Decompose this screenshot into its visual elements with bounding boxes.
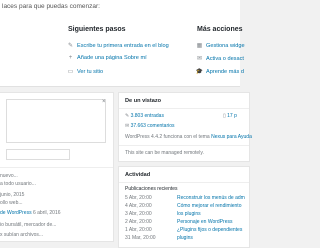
remote-management-note: This site can be managed remotely. [125, 150, 204, 156]
close-icon[interactable]: × [102, 99, 106, 105]
comments-icon: ✉ [196, 56, 203, 62]
news-item-excerpt: x subían archivos... [0, 232, 44, 238]
welcome-panel: laces para que puedas comenzar: Siguient… [0, 0, 245, 87]
post-title-link[interactable]: ¿Plugins fijos o dependientes [177, 227, 242, 233]
more-actions-heading: Más acciones [197, 26, 243, 33]
theme-link[interactable]: Nexus para Ayuda [211, 134, 252, 140]
page-icon: ▯ [223, 113, 226, 119]
pushpin-icon: ✎ [125, 113, 130, 119]
draft-textarea[interactable] [6, 99, 106, 143]
news-item-date: 6 abril, 2016 [32, 210, 61, 216]
add-about-page-link[interactable]: + Añade una página Sobre mí [66, 55, 147, 61]
comments-count-label: 37.663 comentarios [130, 123, 175, 129]
toggle-comments-label: Activa o desact [206, 55, 244, 62]
entries-count-label: 3.803 entradas [130, 113, 164, 119]
divider [119, 108, 249, 109]
learn-more-link[interactable]: 🎓 Aprende más d [195, 68, 244, 76]
news-item-excerpt: io bursátil, mercador de... [0, 222, 57, 228]
post-title-link[interactable]: Reconstruir los menús de adm [177, 195, 245, 201]
divider [0, 167, 113, 168]
news-item-date: junio, 2015 [0, 192, 25, 198]
view-site-label: Ver tu sitio [77, 68, 104, 75]
left-widget-panel: × nuevo... a todo usuario... junio, 2015… [0, 92, 114, 242]
view-site-link[interactable]: ▭ Ver tu sitio [66, 68, 104, 76]
write-first-post-link[interactable]: ✎ Escribe tu primera entrada en el blog [66, 42, 169, 50]
monitor-icon: ▭ [67, 69, 74, 75]
pages-count-label: 17 p [227, 113, 237, 119]
post-title-link[interactable]: Personaje en WordPress [177, 219, 233, 225]
post-title-link[interactable]: Cómo mejorar el rendimiento [177, 203, 241, 209]
post-date: 2 Abr, 20:00 [125, 219, 152, 225]
divider [119, 145, 249, 146]
toggle-comments-link[interactable]: ✉ Activa o desact [195, 55, 244, 63]
graduation-cap-icon: 🎓 [195, 69, 204, 75]
news-item: de WordPress 6 abril, 2016 [0, 210, 61, 216]
activity-widget: Actividad Publicaciones recientes 5 Abr,… [118, 166, 250, 248]
manage-widgets-link[interactable]: ▦ Gestiona widge [195, 42, 245, 50]
pencil-icon: ✎ [67, 43, 74, 49]
post-date: 3 Abr, 20:00 [125, 211, 152, 217]
learn-more-label: Aprende más d [206, 68, 244, 75]
post-title-link[interactable]: plugins [177, 235, 193, 241]
pages-count-link[interactable]: ▯ 17 p [223, 113, 237, 119]
news-item-excerpt: ollo web... [0, 200, 23, 206]
post-title-link[interactable]: los plugins [177, 211, 201, 217]
draft-title-field[interactable] [6, 149, 70, 160]
activity-heading: Actividad [125, 172, 151, 178]
add-about-page-label: Añade una página Sobre mí [77, 55, 147, 61]
divider [119, 182, 249, 183]
comment-bubble-icon: ✉ [125, 123, 130, 129]
welcome-intro: laces para que puedas comenzar: [2, 3, 100, 10]
entries-count-link[interactable]: ✎ 3.803 entradas [125, 113, 164, 119]
at-a-glance-heading: De un vistazo [125, 98, 162, 104]
wordpress-version-prefix: WordPress 4.4.2 funciona con el tema [125, 134, 212, 140]
manage-widgets-label: Gestiona widge [206, 42, 245, 49]
at-a-glance-widget: De un vistazo ✎ 3.803 entradas ▯ 17 p ✉ … [118, 92, 252, 162]
news-item-excerpt: a todo usuario... [0, 181, 36, 187]
wordpress-version-text: WordPress 4.4.2 funciona con el tema Nex… [125, 134, 252, 140]
comments-count-link[interactable]: ✉ 37.663 comentarios [125, 123, 175, 129]
widgets-icon: ▦ [196, 43, 203, 49]
recent-posts-heading: Publicaciones recientes [125, 186, 178, 192]
news-item-link[interactable]: de WordPress [0, 210, 32, 216]
post-date: 5 Abr, 20:00 [125, 195, 152, 201]
write-first-post-label: Escribe tu primera entrada en el blog [77, 42, 169, 49]
next-steps-heading: Siguientes pasos [68, 26, 126, 33]
plus-icon: + [68, 55, 73, 61]
news-item-excerpt: nuevo... [0, 173, 18, 179]
post-date: 1 Abr, 20:00 [125, 227, 152, 233]
post-date: 31 Mar, 20:00 [125, 235, 156, 241]
post-date: 4 Abr, 20:00 [125, 203, 152, 209]
